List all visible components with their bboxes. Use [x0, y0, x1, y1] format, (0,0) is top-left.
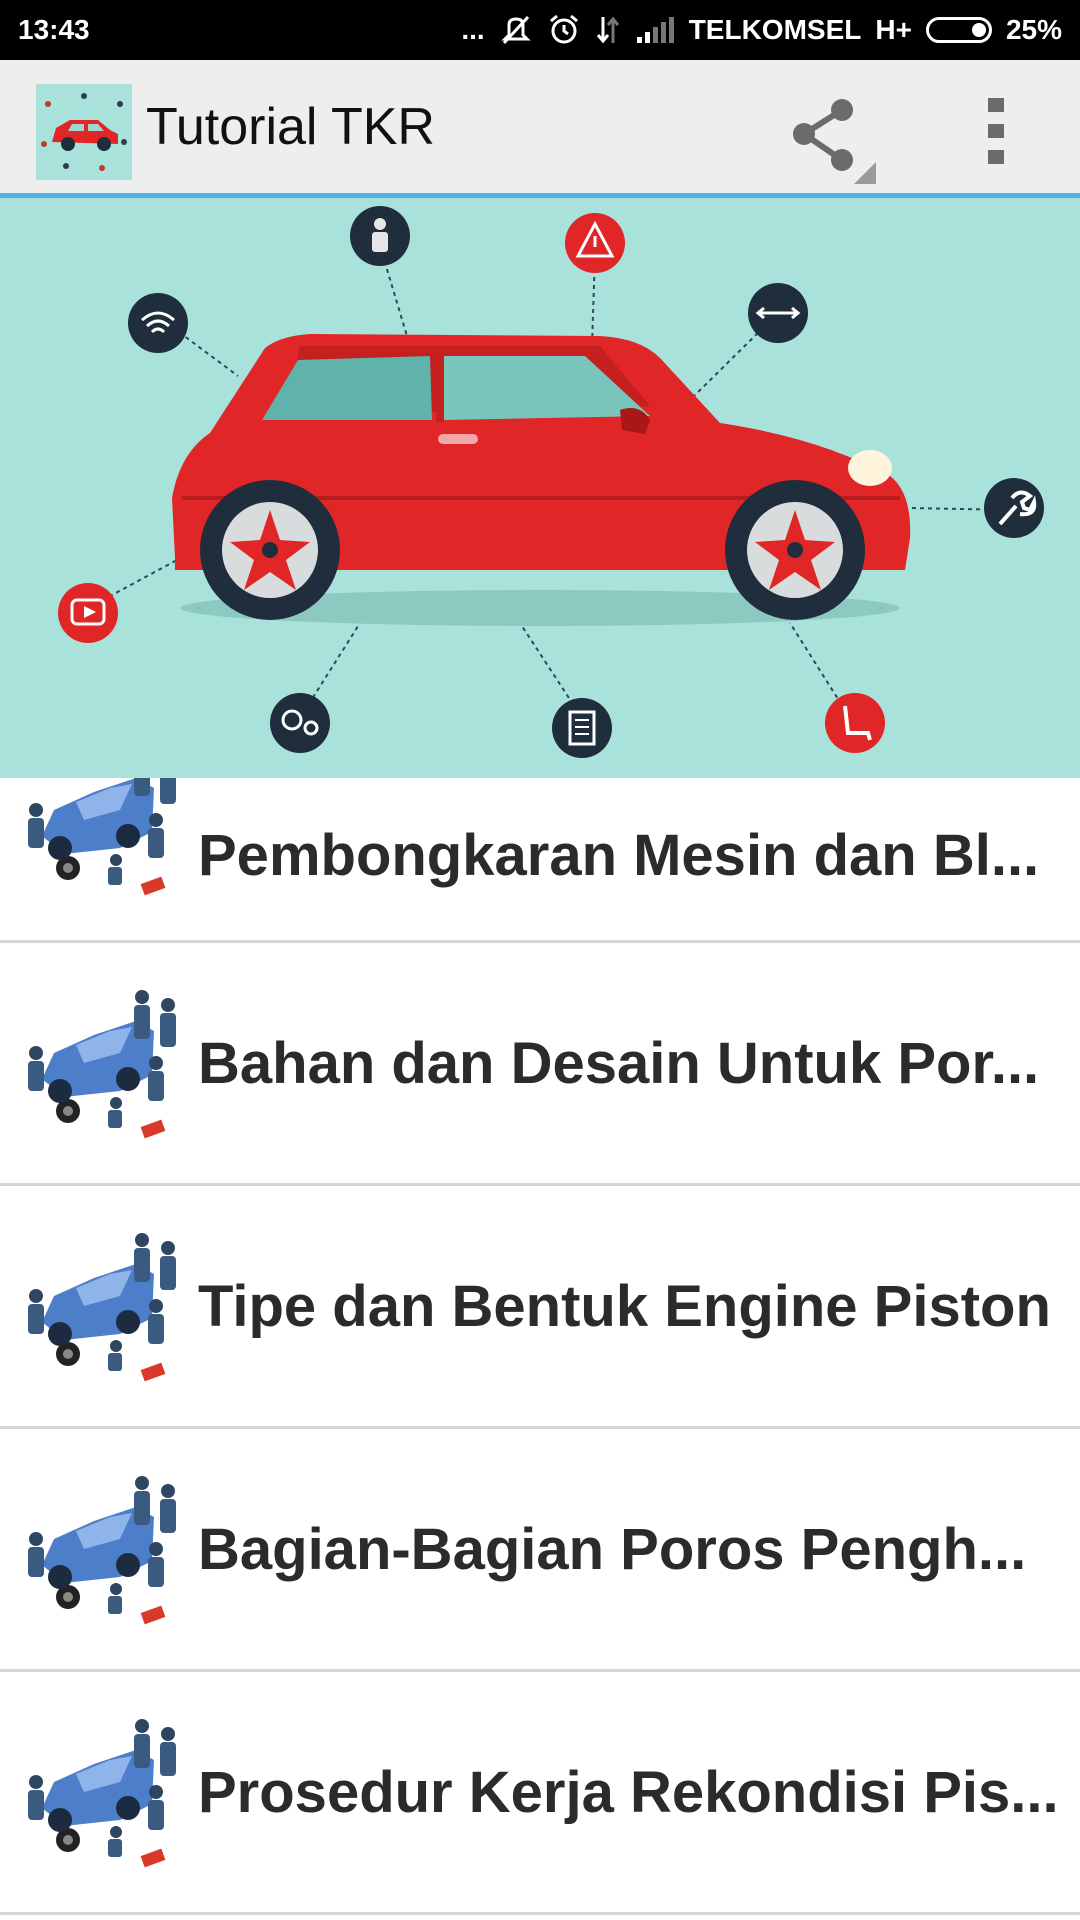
status-icons: ... TELKOMSEL H+ 25% [461, 13, 1062, 47]
battery-icon [925, 17, 992, 43]
overflow-menu-button[interactable] [970, 90, 1024, 190]
header-banner [0, 198, 1080, 778]
mechanic-thumbnail-icon [28, 778, 176, 896]
list-item[interactable]: Prosedur Kerja Rekondisi Pis... [0, 1672, 1080, 1915]
mechanic-thumbnail-icon [28, 1233, 176, 1382]
wifi-icon [128, 293, 188, 353]
data-arrows-icon [596, 16, 619, 44]
notification-dots: ... [461, 14, 485, 45]
list-item[interactable]: Bahan dan Desain Untuk Por... [0, 943, 1080, 1186]
mechanic-thumbnail-icon [28, 1476, 176, 1625]
warning-icon [565, 213, 625, 273]
seatbelt-icon [350, 206, 410, 266]
car-seat-icon [825, 693, 885, 753]
list-item[interactable]: Tipe dan Bentuk Engine Piston [0, 1186, 1080, 1429]
list-item-label: Pembongkaran Mesin dan Bl... [198, 822, 1040, 888]
list-item-label: Tipe dan Bentuk Engine Piston [198, 1273, 1051, 1339]
status-time: 13:43 [18, 14, 90, 45]
carrier-name: TELKOMSEL [688, 14, 862, 45]
mechanic-thumbnail-icon [28, 990, 176, 1139]
gears-icon [270, 693, 330, 753]
mute-icon [501, 15, 531, 45]
wrench-icon [984, 478, 1044, 538]
status-bar: 13:43 ... TELKOMSEL H+ 25% [0, 0, 1080, 60]
app-title: Tutorial TKR [146, 97, 435, 156]
list-item-label: Bagian-Bagian Poros Pengh... [198, 1516, 1027, 1582]
battery-level: 25% [1005, 14, 1062, 45]
tutorial-list: Pembongkaran Mesin dan Bl... Bahan dan D… [0, 778, 1080, 1915]
app-bar: Tutorial TKR [0, 60, 1080, 198]
list-item-label: Prosedur Kerja Rekondisi Pis... [198, 1759, 1056, 1825]
video-play-icon [58, 583, 118, 643]
car-illustration [58, 206, 1044, 758]
list-item[interactable]: Pembongkaran Mesin dan Bl... [0, 778, 1080, 943]
alarm-icon [549, 14, 578, 44]
share-icon [793, 99, 876, 184]
signal-icon [636, 17, 674, 43]
mechanic-thumbnail-icon [28, 1719, 176, 1868]
list-item[interactable]: Bagian-Bagian Poros Pengh... [0, 1429, 1080, 1672]
car-logo-icon [36, 84, 132, 180]
network-type: H+ [875, 14, 912, 45]
width-arrows-icon [748, 283, 808, 343]
share-button[interactable] [780, 90, 880, 190]
document-icon [552, 698, 612, 758]
overflow-menu-icon [988, 98, 1004, 164]
list-item-label: Bahan dan Desain Untuk Por... [198, 1030, 1040, 1096]
